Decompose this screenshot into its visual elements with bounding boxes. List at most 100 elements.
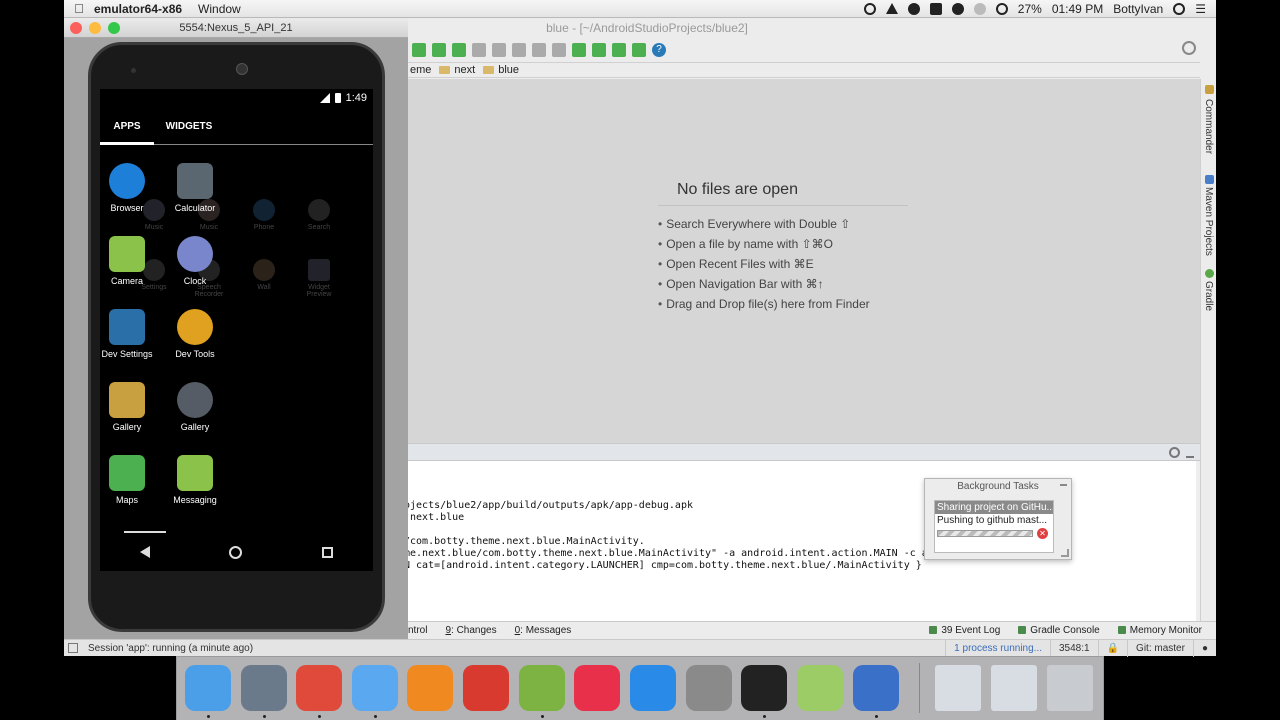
no-files-heading: No files are open bbox=[658, 181, 908, 206]
ghost-widget: Search bbox=[299, 199, 339, 231]
app-camera[interactable]: Camera bbox=[100, 236, 161, 286]
itunes-icon[interactable] bbox=[574, 665, 620, 711]
gallery-icon bbox=[109, 382, 145, 418]
phone-screen[interactable]: 1:49 APPS WIDGETS Music Music Phone Sear… bbox=[100, 89, 373, 571]
resize-grip-icon[interactable] bbox=[1061, 549, 1069, 557]
debug-icon[interactable] bbox=[432, 43, 446, 57]
tab-event-log[interactable]: 39 Event Log bbox=[929, 625, 1000, 636]
tab-widgets[interactable]: WIDGETS bbox=[154, 121, 224, 132]
app-messaging[interactable]: Messaging bbox=[161, 455, 229, 505]
console-line: me.next.blue/com.botty.theme.next.blue.M… bbox=[408, 548, 964, 559]
app-dev-settings[interactable]: Dev Settings bbox=[100, 309, 161, 359]
tab-commander[interactable]: Commander bbox=[1203, 99, 1214, 154]
headphones-icon[interactable] bbox=[407, 665, 453, 711]
app-gallery[interactable]: Gallery bbox=[100, 382, 161, 432]
video-icon[interactable] bbox=[463, 665, 509, 711]
messages-icon[interactable] bbox=[352, 665, 398, 711]
run-console[interactable]: ojects/blue2/app/build/outputs/apk/app-d… bbox=[408, 461, 1200, 621]
git-branch[interactable]: Git: master bbox=[1127, 640, 1193, 657]
main-toolbar: ? bbox=[408, 38, 1216, 62]
run-icon[interactable] bbox=[412, 43, 426, 57]
back-icon[interactable] bbox=[139, 546, 150, 558]
event-icon[interactable]: ● bbox=[1192, 640, 1216, 657]
close-icon[interactable] bbox=[70, 22, 82, 34]
window-thumbnail-icon[interactable] bbox=[935, 665, 981, 711]
vcs-commit-icon[interactable] bbox=[492, 43, 506, 57]
sync-gradle-icon[interactable] bbox=[572, 43, 586, 57]
evernote-icon[interactable] bbox=[929, 2, 942, 15]
breadcrumb-item[interactable]: next bbox=[439, 64, 475, 76]
dev-settings-icon bbox=[109, 309, 145, 345]
tab-version-control[interactable]: ntrol bbox=[408, 625, 427, 636]
android-studio-icon[interactable] bbox=[519, 665, 565, 711]
status-bar: Session 'app': running (a minute ago) 1 … bbox=[64, 639, 1216, 657]
system-preferences-icon[interactable] bbox=[686, 665, 732, 711]
app-menu[interactable]: emulator64-x86 bbox=[94, 2, 182, 16]
m-icon[interactable] bbox=[951, 2, 964, 15]
help-icon[interactable]: ? bbox=[652, 43, 666, 57]
caret-position[interactable]: 3548:1 bbox=[1050, 640, 1098, 657]
console-scrollbar[interactable] bbox=[1196, 461, 1200, 621]
vcs-history-icon[interactable] bbox=[512, 43, 526, 57]
chrome-icon[interactable] bbox=[296, 665, 342, 711]
app-store-icon[interactable] bbox=[630, 665, 676, 711]
battery-percent[interactable]: 27% bbox=[1018, 2, 1042, 16]
attach-debugger-icon[interactable] bbox=[452, 43, 466, 57]
app-maps[interactable]: Maps bbox=[100, 455, 161, 505]
tab-apps[interactable]: APPS bbox=[100, 121, 154, 132]
user-name[interactable]: BottyIvan bbox=[1113, 2, 1163, 16]
tab-messages[interactable]: 0: Messages bbox=[515, 625, 572, 636]
gear-icon[interactable] bbox=[1169, 447, 1180, 458]
app-calculator[interactable]: Calculator bbox=[161, 163, 229, 213]
tab-gradle-console[interactable]: Gradle Console bbox=[1018, 625, 1099, 636]
launchpad-icon[interactable] bbox=[241, 665, 287, 711]
cancel-icon[interactable]: ✕ bbox=[1037, 528, 1048, 539]
project-structure-icon[interactable] bbox=[552, 43, 566, 57]
task-progress-bar bbox=[937, 530, 1033, 537]
breadcrumb-item[interactable]: eme bbox=[410, 64, 431, 76]
maximize-icon[interactable] bbox=[108, 22, 120, 34]
adobe-icon[interactable] bbox=[907, 2, 920, 15]
spotlight-icon[interactable] bbox=[1173, 2, 1186, 15]
bluetooth-icon[interactable] bbox=[973, 2, 986, 15]
app-dev-tools[interactable]: Dev Tools bbox=[161, 309, 229, 359]
finder-icon[interactable] bbox=[185, 665, 231, 711]
tab-changes[interactable]: 9: Changes bbox=[445, 625, 496, 636]
drive-icon[interactable] bbox=[885, 3, 898, 14]
minimize-icon[interactable] bbox=[1060, 484, 1067, 486]
lock-icon[interactable]: 🔒 bbox=[1097, 640, 1127, 657]
quicktime-icon[interactable] bbox=[853, 665, 899, 711]
app-clock[interactable]: Clock bbox=[161, 236, 229, 286]
menu-window[interactable]: Window bbox=[198, 2, 241, 16]
breadcrumb-item[interactable]: blue bbox=[483, 64, 519, 76]
wifi-icon[interactable] bbox=[995, 2, 1008, 15]
android-monitor-icon[interactable] bbox=[632, 43, 646, 57]
home-icon[interactable] bbox=[229, 545, 243, 559]
apple-menu-icon[interactable]:  bbox=[64, 1, 94, 16]
ghost-widget: Widget Preview bbox=[299, 259, 339, 298]
avd-manager-icon[interactable] bbox=[592, 43, 606, 57]
process-status[interactable]: 1 process running... bbox=[945, 640, 1050, 657]
trash-icon[interactable] bbox=[1047, 665, 1093, 711]
folder-icon bbox=[439, 66, 451, 74]
sdk-manager-icon[interactable] bbox=[612, 43, 626, 57]
search-everywhere-icon[interactable] bbox=[1182, 41, 1196, 55]
vcs-update-icon[interactable] bbox=[472, 43, 486, 57]
record-icon[interactable] bbox=[863, 2, 876, 15]
tab-gradle[interactable]: Gradle bbox=[1203, 281, 1214, 311]
notification-center-icon[interactable]: ☰ bbox=[1195, 2, 1206, 16]
app-browser[interactable]: Browser bbox=[100, 163, 161, 213]
app-gallery-2[interactable]: Gallery bbox=[161, 382, 229, 432]
terminal-icon[interactable] bbox=[741, 665, 787, 711]
minimize-icon[interactable] bbox=[89, 22, 101, 34]
tab-memory-monitor[interactable]: Memory Monitor bbox=[1118, 625, 1202, 636]
browser-icon bbox=[109, 163, 145, 199]
tool-window-toggle-icon[interactable] bbox=[68, 643, 78, 653]
revert-icon[interactable] bbox=[532, 43, 546, 57]
window-thumbnail-icon[interactable] bbox=[991, 665, 1037, 711]
recents-icon[interactable] bbox=[322, 546, 334, 558]
hide-panel-icon[interactable] bbox=[1186, 447, 1194, 458]
tab-maven-projects[interactable]: Maven Projects bbox=[1203, 187, 1214, 256]
clock[interactable]: 01:49 PM bbox=[1052, 2, 1103, 16]
android-sdk-icon[interactable] bbox=[797, 665, 843, 711]
